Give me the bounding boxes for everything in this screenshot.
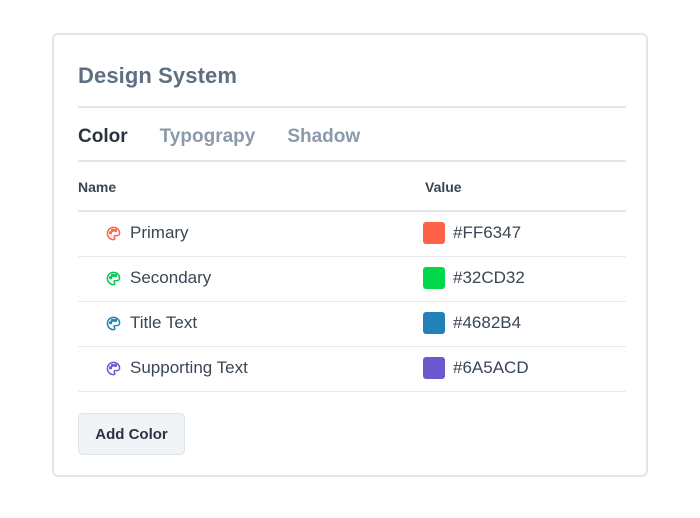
palette-icon bbox=[106, 271, 121, 285]
palette-shape bbox=[106, 271, 121, 285]
table-row: Supporting Text #6A5ACD bbox=[78, 347, 626, 392]
color-swatch[interactable] bbox=[423, 222, 445, 244]
row-value: #4682B4 bbox=[423, 312, 521, 334]
table-row: Primary #FF6347 bbox=[78, 212, 626, 257]
tab-typography[interactable]: Typograpy bbox=[160, 126, 256, 148]
title-divider bbox=[78, 106, 626, 108]
design-system-card: Design System Color Typograpy Shadow Nam… bbox=[52, 33, 648, 477]
color-swatch[interactable] bbox=[423, 357, 445, 379]
palette-shape bbox=[106, 361, 121, 375]
tabs-divider bbox=[78, 160, 626, 162]
row-value: #FF6347 bbox=[423, 222, 521, 244]
column-header-value: Value bbox=[425, 179, 462, 195]
palette-shape bbox=[106, 316, 121, 330]
row-name-label: Secondary bbox=[130, 268, 212, 287]
row-name: Supporting Text bbox=[106, 358, 248, 378]
row-name: Title Text bbox=[106, 313, 197, 333]
card-title: Design System bbox=[78, 63, 238, 88]
color-swatch[interactable] bbox=[423, 267, 445, 289]
tab-color[interactable]: Color bbox=[78, 126, 128, 148]
row-value-label: #FF6347 bbox=[453, 223, 522, 242]
row-value-label: #32CD32 bbox=[453, 268, 525, 287]
column-header-name: Name bbox=[78, 179, 117, 195]
palette-shape bbox=[106, 226, 121, 240]
row-name-label: Title Text bbox=[130, 313, 198, 332]
color-swatch[interactable] bbox=[423, 312, 445, 334]
row-value-label: #4682B4 bbox=[453, 313, 522, 332]
palette-icon bbox=[106, 316, 121, 330]
table-row: Secondary #32CD32 bbox=[78, 257, 626, 302]
row-value: #6A5ACD bbox=[423, 357, 529, 379]
tab-shadow[interactable]: Shadow bbox=[287, 126, 360, 148]
add-color-button[interactable]: Add Color bbox=[78, 413, 185, 455]
row-value: #32CD32 bbox=[423, 267, 525, 289]
palette-icon bbox=[106, 226, 121, 240]
row-name: Primary bbox=[106, 223, 189, 243]
row-name: Secondary bbox=[106, 268, 211, 288]
row-name-label: Primary bbox=[130, 223, 189, 242]
table-row: Title Text #4682B4 bbox=[78, 302, 626, 347]
row-name-label: Supporting Text bbox=[130, 358, 248, 377]
palette-icon bbox=[106, 361, 121, 375]
tab-bar: Color Typograpy Shadow bbox=[78, 125, 392, 149]
row-value-label: #6A5ACD bbox=[453, 358, 529, 377]
